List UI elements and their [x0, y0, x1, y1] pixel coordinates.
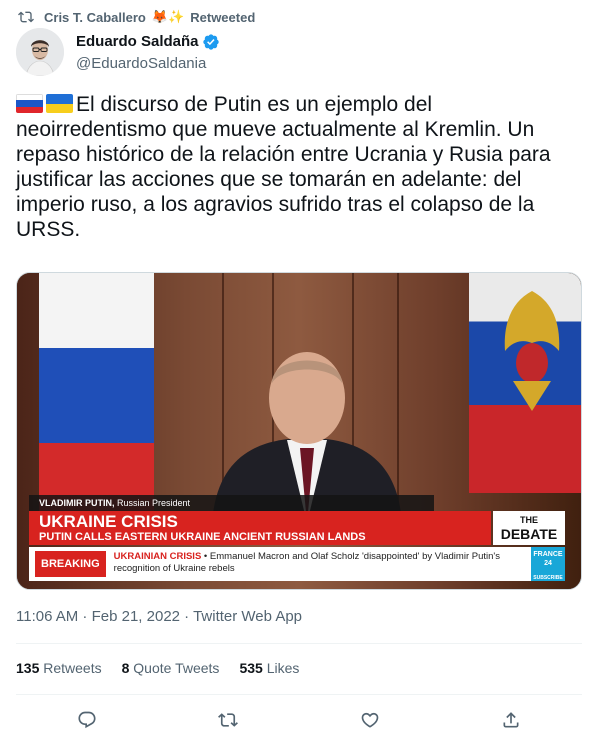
news-headline: UKRAINE CRISIS — [39, 512, 178, 531]
breaking-ticker: BREAKING UKRAINIAN CRISIS • Emmanuel Mac… — [29, 547, 531, 581]
author-handle[interactable]: @EduardoSaldania — [76, 55, 220, 72]
retweets-label: Retweets — [43, 660, 102, 676]
retweets-stat[interactable]: 135 Retweets — [16, 660, 102, 676]
tweet-date[interactable]: Feb 21, 2022 — [92, 608, 180, 625]
retweets-count: 135 — [16, 660, 40, 676]
name-caption: VLADIMIR PUTIN, Russian President — [29, 495, 434, 511]
heart-icon — [361, 712, 379, 728]
show-logo-the: THE — [520, 515, 538, 525]
breaking-tag: BREAKING — [35, 551, 106, 577]
channel-logo-text: FRANCE 24 — [533, 551, 563, 567]
divider — [16, 694, 582, 695]
tweet-actions — [16, 706, 582, 734]
tweet-meta: 11:06 AM · Feb 21, 2022 · Twitter Web Ap… — [16, 608, 302, 625]
retweet-icon — [18, 11, 34, 23]
tweet-media-image[interactable]: VLADIMIR PUTIN, Russian President UKRAIN… — [16, 272, 582, 590]
like-button[interactable] — [356, 706, 384, 734]
channel-logo: FRANCE 24 SUBSCRIBE — [531, 547, 565, 581]
likes-stat[interactable]: 535 Likes — [239, 660, 299, 676]
coat-of-arms-icon — [504, 291, 560, 411]
meta-separator: · — [78, 608, 92, 625]
breaking-label: UKRAINIAN CRISIS — [113, 551, 202, 562]
breaking-text: UKRAINIAN CRISIS • Emmanuel Macron and O… — [110, 547, 531, 581]
author-name[interactable]: Eduardo Saldaña — [76, 33, 199, 50]
speaker-figure — [212, 352, 402, 523]
channel-subscribe: SUBSCRIBE — [533, 575, 563, 581]
tweet-time[interactable]: 11:06 AM — [16, 608, 78, 625]
meta-separator: · — [180, 608, 194, 625]
retweet-icon — [218, 713, 239, 727]
share-icon — [503, 712, 519, 728]
tweet-author: Eduardo Saldaña @EduardoSaldania — [16, 28, 220, 76]
quote-tweets-count: 8 — [121, 660, 130, 676]
news-headline-bar: UKRAINE CRISIS PUTIN CALLS EASTERN UKRAI… — [29, 511, 491, 545]
tweet-stats: 135 Retweets 8 Quote Tweets 535 Likes — [16, 660, 319, 676]
avatar-portrait — [16, 28, 64, 76]
divider — [16, 643, 582, 644]
tweet-body: El discurso de Putin es un ejemplo del n… — [16, 93, 551, 241]
caption-name: VLADIMIR PUTIN, — [39, 498, 115, 508]
share-button[interactable] — [497, 706, 525, 734]
retweet-button[interactable] — [214, 706, 242, 734]
show-logo-debate: DEBATE — [500, 526, 558, 542]
tweet-text: El discurso de Putin es un ejemplo del n… — [16, 92, 586, 242]
ukraine-flag-icon — [46, 94, 73, 113]
likes-label: Likes — [266, 660, 300, 676]
quote-tweets-stat[interactable]: 8 Quote Tweets — [122, 660, 220, 676]
retweeted-label: Retweeted — [190, 9, 256, 25]
quote-tweets-label: Quote Tweets — [133, 660, 220, 676]
likes-count: 535 — [239, 660, 263, 676]
author-name-row[interactable]: Eduardo Saldaña — [76, 33, 220, 51]
reply-button[interactable] — [73, 706, 101, 734]
tweet-source[interactable]: Twitter Web App — [193, 608, 302, 625]
reply-icon — [78, 711, 96, 729]
russia-flag-backdrop — [39, 273, 154, 523]
verified-badge-icon — [202, 33, 219, 50]
retweeter-emoji: 🦊✨ — [151, 9, 185, 24]
retweeted-by[interactable]: Cris T. Caballero 🦊✨ Retweeted — [18, 7, 255, 27]
avatar[interactable] — [16, 28, 64, 76]
news-subheadline: PUTIN CALLS EASTERN UKRAINE ANCIENT RUSS… — [39, 531, 366, 543]
caption-role: Russian President — [117, 498, 191, 508]
russia-flag-icon — [16, 94, 43, 113]
show-logo: THE DEBATE — [493, 511, 565, 545]
retweeter-name[interactable]: Cris T. Caballero — [44, 10, 146, 25]
